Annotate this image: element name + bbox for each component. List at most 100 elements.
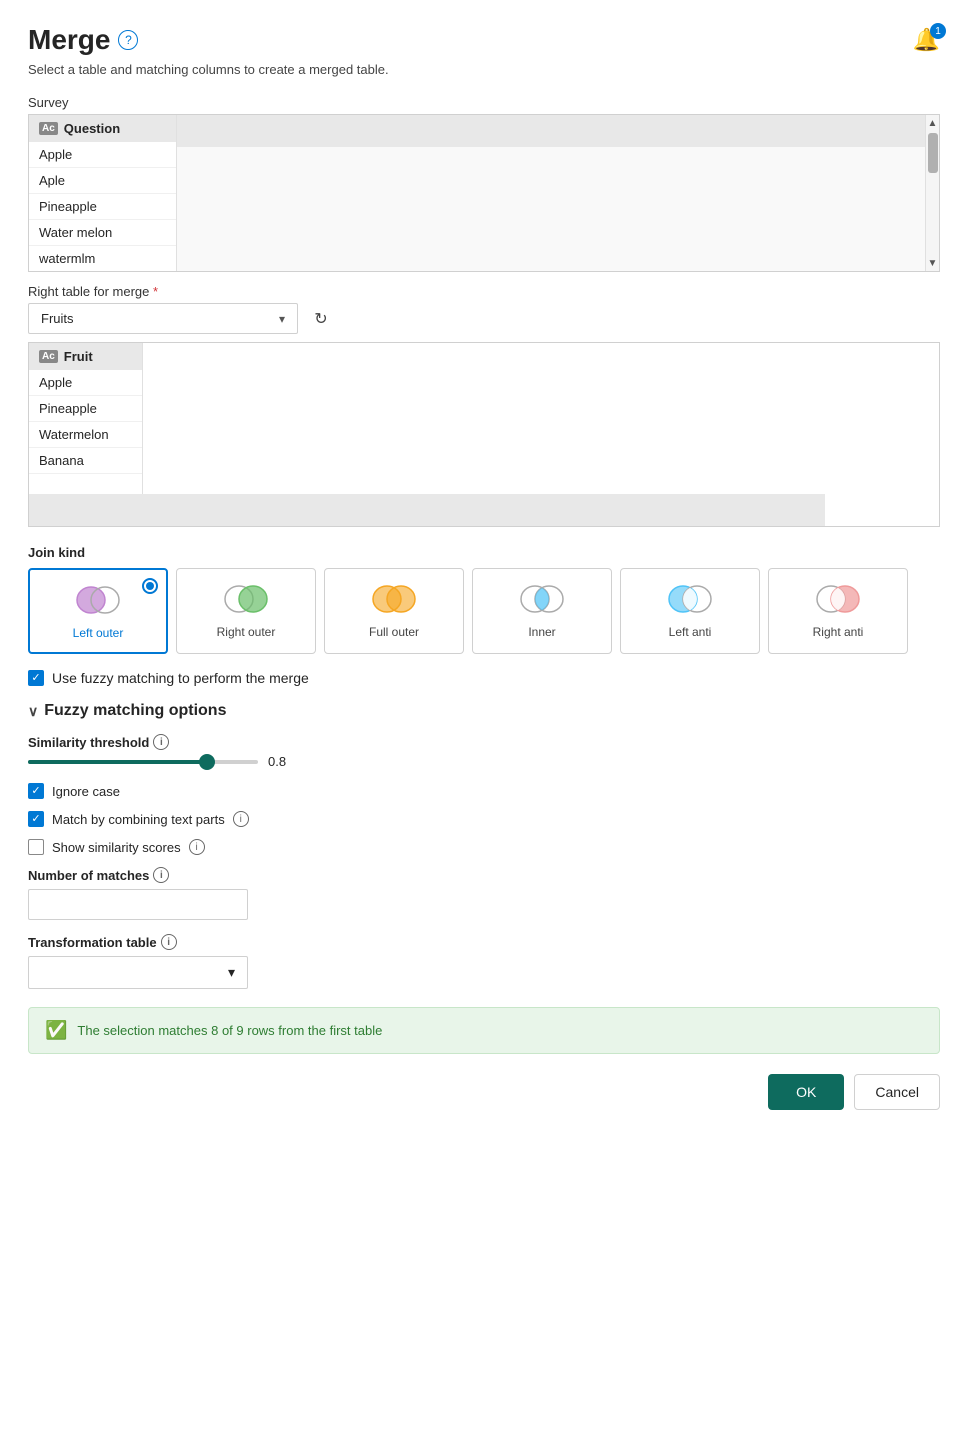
help-icon[interactable]: ? [118,30,138,50]
join-options: Left outer Right outer Full outer [28,568,940,654]
notification-button[interactable]: 🔔 1 [913,27,940,53]
fruits-col: Ac Fruit Apple Pineapple Watermelon Bana… [29,343,143,494]
join-option-left-anti[interactable]: Left anti [620,568,760,654]
survey-header: Ac Question [29,115,176,142]
notification-badge: 1 [930,23,946,39]
table-row: Pineapple [29,194,176,220]
survey-table: Ac Question Apple Aple Pineapple Water m… [28,114,940,272]
venn-inner [516,581,568,617]
join-label-full-outer: Full outer [369,625,419,639]
title-area: Merge ? [28,24,138,56]
ignore-case-row: ✓ Ignore case [28,783,940,799]
number-matches-info-icon[interactable]: i [153,867,169,883]
table-row: Water melon [29,220,176,246]
col-type-icon: Ac [39,122,58,135]
join-label-left-anti: Left anti [669,625,712,639]
survey-table-wrapper: Ac Question Apple Aple Pineapple Water m… [29,115,939,271]
fuzzy-matching-label: Use fuzzy matching to perform the merge [52,670,309,686]
join-label-left-outer: Left outer [73,626,124,640]
radio-left-outer [142,578,158,594]
number-matches-input[interactable] [28,889,248,920]
similarity-threshold-row: Similarity threshold i [28,734,940,750]
number-matches-label: Number of matches i [28,867,940,883]
fuzzy-options-header[interactable]: ∨ Fuzzy matching options [28,702,940,720]
number-of-matches-section: Number of matches i [28,867,940,920]
transformation-info-icon[interactable]: i [161,934,177,950]
refresh-button[interactable]: ↻ [306,304,336,334]
dropdown-value: Fruits [41,311,74,326]
page-title: Merge [28,24,110,56]
venn-left-anti [664,581,716,617]
table-row: Apple [29,142,176,168]
join-label-right-anti: Right anti [813,625,864,639]
table-row: Banana [29,448,142,474]
right-table-section: Right table for merge * Fruits ▾ ↻ [28,284,940,334]
show-similarity-row: Show similarity scores i [28,839,940,855]
ignore-case-checkbox[interactable]: ✓ [28,783,44,799]
table-row: Watermelon [29,422,142,448]
status-bar: ✅ The selection matches 8 of 9 rows from… [28,1007,940,1054]
join-label-inner: Inner [528,625,555,639]
fruits-right-area [29,494,825,526]
join-option-full-outer[interactable]: Full outer [324,568,464,654]
status-check-icon: ✅ [45,1020,67,1041]
table-row: Apple [29,370,142,396]
transformation-chevron-icon: ▾ [228,964,235,981]
join-kind-section: Join kind Left outer Right outer [28,545,940,654]
join-option-right-anti[interactable]: Right anti [768,568,908,654]
header: Merge ? 🔔 1 [28,24,940,56]
table-row: Pineapple [29,396,142,422]
survey-col: Ac Question Apple Aple Pineapple Water m… [29,115,177,271]
match-combining-info-icon[interactable]: i [233,811,249,827]
survey-right-area [177,115,939,271]
match-combining-row: ✓ Match by combining text parts i [28,811,940,827]
join-label-right-outer: Right outer [217,625,276,639]
fuzzy-matching-checkbox[interactable]: ✓ [28,670,44,686]
join-option-inner[interactable]: Inner [472,568,612,654]
required-star: * [153,284,158,299]
join-option-left-outer[interactable]: Left outer [28,568,168,654]
table-empty-row [29,474,142,494]
transformation-section: Transformation table i ▾ [28,934,940,989]
fruits-header: Ac Fruit [29,343,142,370]
show-similarity-info-icon[interactable]: i [189,839,205,855]
slider-value: 0.8 [268,754,286,769]
scroll-up-arrow[interactable]: ▲ [926,115,940,131]
cancel-button[interactable]: Cancel [854,1074,940,1110]
fuzzy-options-title: Fuzzy matching options [44,702,226,720]
venn-right-outer [220,581,272,617]
fuzzy-matching-row: ✓ Use fuzzy matching to perform the merg… [28,670,940,686]
scrollbar[interactable]: ▲ ▼ [925,115,939,271]
ok-button[interactable]: OK [768,1074,844,1110]
table-row: Aple [29,168,176,194]
slider-thumb[interactable] [199,754,215,770]
scroll-down-arrow[interactable]: ▼ [926,255,940,271]
transformation-dropdown[interactable]: ▾ [28,956,248,989]
right-table-label: Right table for merge * [28,284,940,299]
show-similarity-label: Show similarity scores [52,840,181,855]
similarity-info-icon[interactable]: i [153,734,169,750]
similarity-label: Similarity threshold i [28,734,169,750]
checkmark-icon3: ✓ [31,814,40,825]
scroll-thumb[interactable] [928,133,938,173]
join-option-right-outer[interactable]: Right outer [176,568,316,654]
join-kind-label: Join kind [28,545,940,560]
match-combining-label: Match by combining text parts [52,812,225,827]
dropdown-chevron-icon: ▾ [279,312,285,326]
subtitle: Select a table and matching columns to c… [28,62,940,77]
fruits-col-header: Fruit [64,349,93,364]
fruits-table-wrapper: Ac Fruit Apple Pineapple Watermelon Bana… [29,343,939,526]
transformation-label: Transformation table i [28,934,940,950]
table-row: watermlm [29,246,176,271]
venn-right-anti [812,581,864,617]
checkmark-icon: ✓ [31,673,40,684]
footer-buttons: OK Cancel [28,1074,940,1110]
show-similarity-checkbox[interactable] [28,839,44,855]
similarity-slider[interactable] [28,760,258,764]
right-table-dropdown[interactable]: Fruits ▾ [28,303,298,334]
slider-fill [28,760,207,764]
dropdown-row: Fruits ▾ ↻ [28,303,940,334]
fruits-table: Ac Fruit Apple Pineapple Watermelon Bana… [28,342,940,527]
venn-left-outer [72,582,124,618]
match-combining-checkbox[interactable]: ✓ [28,811,44,827]
